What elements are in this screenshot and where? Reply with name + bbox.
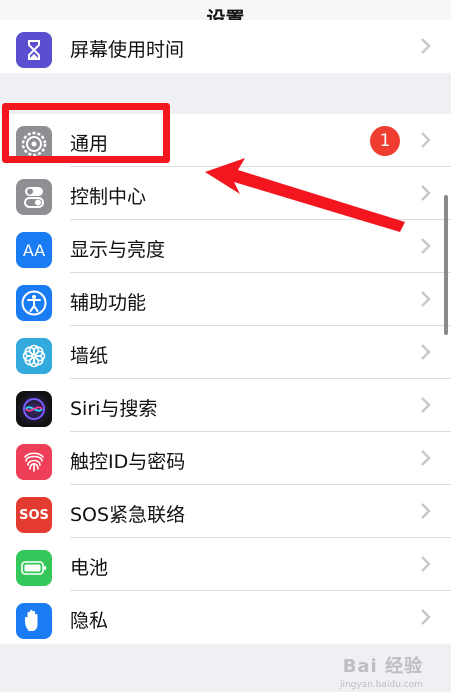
watermark-sub: jingyan.baidu.com [339, 680, 423, 690]
annotation-arrow-icon [205, 158, 405, 232]
watermark: Bai 经验 [342, 656, 423, 677]
